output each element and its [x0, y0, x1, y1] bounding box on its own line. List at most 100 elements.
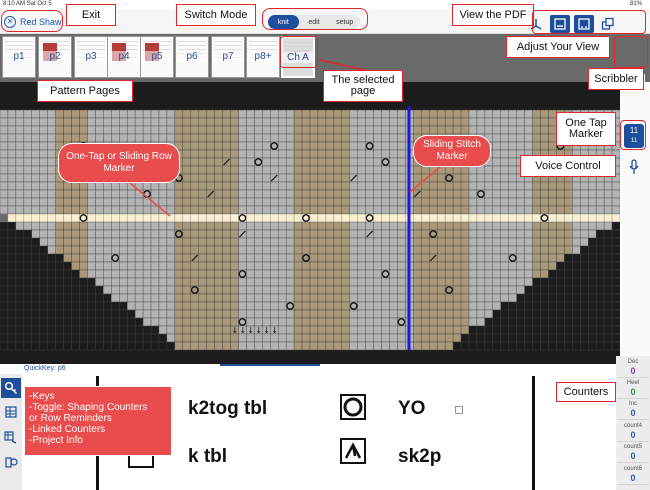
chart-cell: [238, 253, 247, 263]
counter-dec[interactable]: Dec 0: [617, 358, 649, 378]
chart-cell: [603, 221, 613, 231]
chart-cell: [452, 205, 462, 215]
chart-cell: [103, 269, 112, 279]
panel-divider[interactable]: [0, 364, 650, 374]
chart-cell: [47, 317, 56, 327]
chart-cell: [564, 221, 573, 231]
chart-cell: [254, 277, 263, 287]
chart-cell: [71, 197, 80, 207]
chart-cell: [572, 333, 581, 343]
chart-cell: [23, 325, 33, 335]
key-icon[interactable]: [1, 378, 21, 398]
chart-cell: [452, 277, 462, 287]
page-thumbnail[interactable]: p2: [38, 36, 72, 78]
page-thumbnail[interactable]: p1: [2, 36, 36, 78]
chart-cell: [532, 197, 541, 207]
chart-cell: [301, 133, 311, 143]
chart-cell: [611, 205, 620, 215]
chart-cell: [516, 181, 525, 191]
chart-cell: [31, 301, 40, 311]
chart-cell: [63, 221, 72, 231]
chart-cell: [0, 293, 9, 303]
chart-cell: [611, 181, 620, 191]
chart-cell: [63, 325, 72, 335]
chart-cell: [413, 325, 422, 335]
reminder-checkbox[interactable]: [455, 406, 463, 414]
chart-cell: [580, 253, 589, 263]
counter-count4[interactable]: count4 0: [617, 422, 649, 442]
chart-cell: [55, 133, 64, 143]
chart-cell: [0, 181, 9, 191]
counter-inc[interactable]: Inc 0: [617, 400, 649, 420]
chart-cell: [413, 333, 422, 343]
chart-cell: [397, 157, 406, 167]
chart-cell: [357, 261, 366, 271]
chart-cell: [222, 253, 231, 263]
chart-cell: [230, 237, 239, 247]
chart-cell: [603, 341, 613, 351]
chart-cell: [572, 237, 581, 247]
linked-counters-icon[interactable]: [1, 428, 21, 448]
page-thumbnail[interactable]: p7: [211, 36, 245, 78]
chart-cell: [55, 317, 64, 327]
microphone-icon[interactable]: [626, 158, 642, 176]
chart-cell: [500, 285, 509, 295]
chart-cell: [39, 301, 48, 311]
chart-cell: [580, 261, 589, 271]
page-thumbnail[interactable]: p8+: [246, 36, 280, 78]
project-info-icon[interactable]: [1, 452, 21, 472]
chart-cell: [7, 325, 17, 335]
chart-cell: [119, 133, 128, 143]
chart-cell: [246, 109, 255, 119]
chart-cell: [47, 141, 56, 151]
chart-cell: [413, 269, 422, 279]
chart-cell: [524, 277, 533, 287]
chart-cell: [150, 229, 160, 239]
chart-cell: [79, 341, 88, 351]
chart-cell: [341, 293, 350, 303]
chart-cell: [381, 125, 390, 135]
chart-cell: [429, 261, 438, 271]
counter-count5[interactable]: count5 0: [617, 443, 649, 463]
shaping-counters-toggle-icon[interactable]: [1, 402, 21, 422]
page-thumbnail[interactable]: p6: [175, 36, 209, 78]
chart-cell: [174, 309, 184, 319]
chart-cell: [47, 165, 56, 175]
chart-cell: [166, 301, 176, 311]
chart-cell: [508, 341, 517, 351]
chart-cell: [532, 261, 541, 271]
chart-cell: [39, 325, 48, 335]
page-thumbnail[interactable]: p4: [107, 36, 141, 78]
chart-cell: [532, 237, 541, 247]
chart-cell: [47, 221, 56, 231]
chart-cell: [142, 253, 152, 263]
chart-cell: [214, 277, 223, 287]
chart-cell: [55, 261, 64, 271]
chart-cell: [158, 269, 168, 279]
knitting-chart[interactable]: ↓ ↓ ↓ ↓ ↓ ↓: [0, 82, 620, 364]
chart-cell: [23, 285, 33, 295]
counter-heel[interactable]: Heel 0: [617, 379, 649, 399]
chart-cell: [214, 293, 223, 303]
chart-cell: [55, 245, 64, 255]
chart-cell: [484, 109, 494, 119]
chart-cell: [492, 157, 501, 167]
chart-cell: [556, 341, 565, 351]
chart-cell: [230, 165, 239, 175]
chart-cell: [301, 157, 311, 167]
chart-cell: [0, 149, 9, 159]
chart-cell: [381, 173, 390, 183]
page-thumbnail[interactable]: p3: [74, 36, 108, 78]
chart-cell: [611, 309, 620, 319]
chart-cell: [413, 237, 422, 247]
chart-cell: [285, 173, 295, 183]
counter-count6[interactable]: count6 0: [617, 465, 649, 485]
chart-cell: [611, 317, 620, 327]
chart-cell: [126, 253, 136, 263]
chart-cell: [47, 197, 56, 207]
chart-cell: [333, 133, 343, 143]
page-thumbnail[interactable]: p5: [140, 36, 174, 78]
chart-grid[interactable]: ↓ ↓ ↓ ↓ ↓ ↓: [0, 82, 620, 364]
chart-cell: [63, 277, 72, 287]
chart-cell: [444, 189, 454, 199]
